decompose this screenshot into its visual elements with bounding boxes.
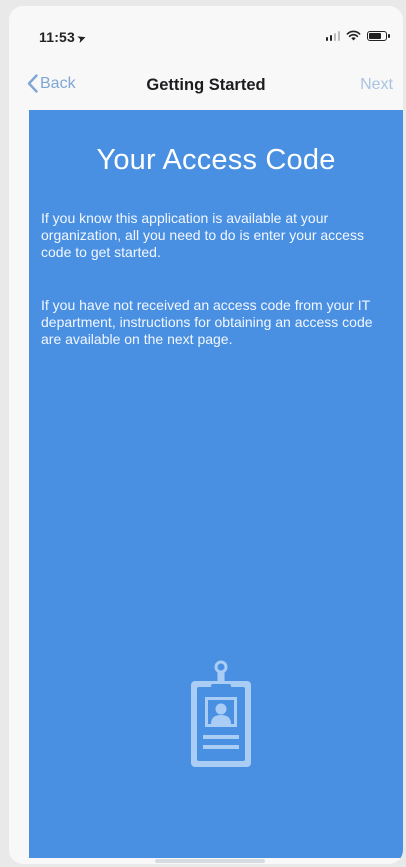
status-time: 11:53➤ — [39, 29, 89, 47]
home-indicator — [155, 859, 265, 863]
navigation-bar: Back Getting Started Next — [9, 64, 403, 108]
signal-icon — [325, 30, 340, 41]
battery-icon — [367, 30, 390, 41]
id-badge-icon — [191, 660, 251, 767]
intro-paragraph: If you know this application is availabl… — [41, 210, 364, 260]
wifi-icon — [346, 30, 361, 41]
status-bar: 11:53➤ — [9, 6, 403, 64]
panel-heading: Your Access Code — [96, 144, 336, 176]
access-code-panel: Your Access Code If you know this applic… — [29, 110, 403, 858]
location-arrow-icon: ➤ — [75, 31, 89, 47]
phone-screen: 11:53➤ Back Getting Started Next Your Ac… — [9, 6, 403, 864]
page-title: Getting Started — [146, 76, 266, 94]
status-time-text: 11:53 — [39, 29, 76, 45]
status-icons — [325, 30, 390, 41]
instructions-paragraph: If you have not received an access code … — [41, 297, 373, 347]
next-button[interactable]: Next — [360, 76, 393, 94]
